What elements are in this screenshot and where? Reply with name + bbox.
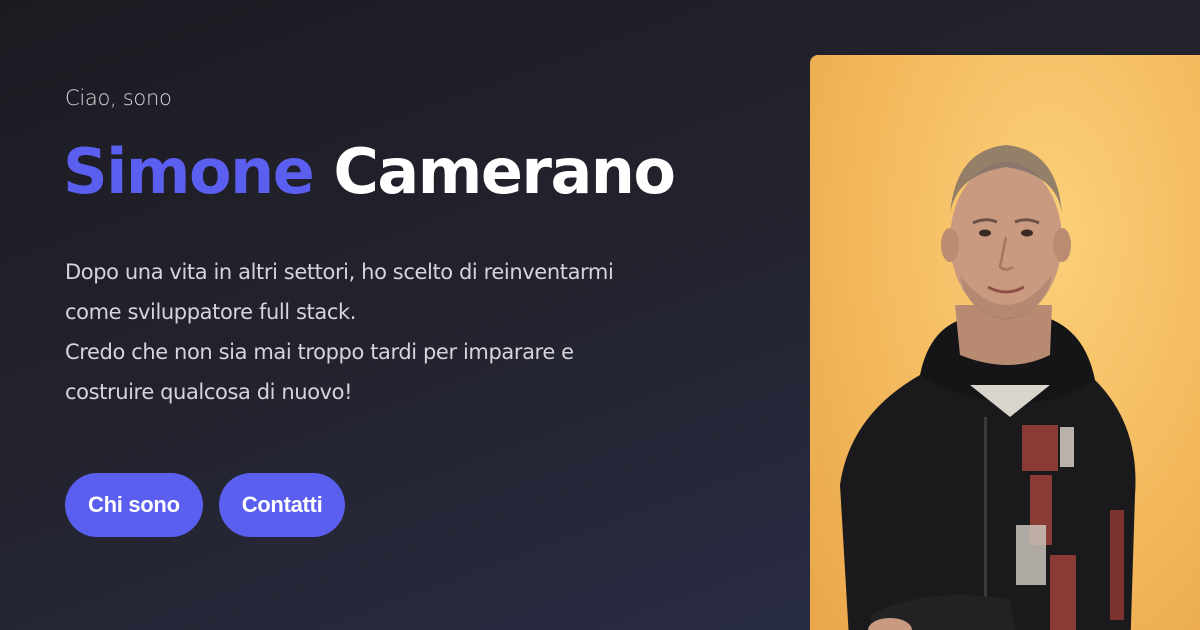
intro-text: Ciao, sono [65,86,172,110]
cta-buttons: Chi sono Contatti [65,473,346,537]
name-last: Camerano [333,135,676,208]
bio-text: Dopo una vita in altri settori, ho scelt… [65,252,645,412]
hero-section: Ciao, sono Simone Camerano Dopo una vita… [0,0,1200,630]
contact-button[interactable]: Contatti [218,473,346,537]
bio-line-2: Credo che non sia mai troppo tardi per i… [65,340,574,404]
eye-left [979,229,991,237]
eye-right [1021,229,1033,237]
page-title: Simone Camerano [63,135,676,208]
about-button[interactable]: Chi sono [65,473,203,537]
ear-left [941,228,959,262]
name-first: Simone [63,135,315,208]
bio-line-1: Dopo una vita in altri settori, ho scelt… [65,260,614,324]
profile-photo [810,55,1200,630]
ear-right [1053,228,1071,262]
portrait-illustration [840,145,1136,630]
